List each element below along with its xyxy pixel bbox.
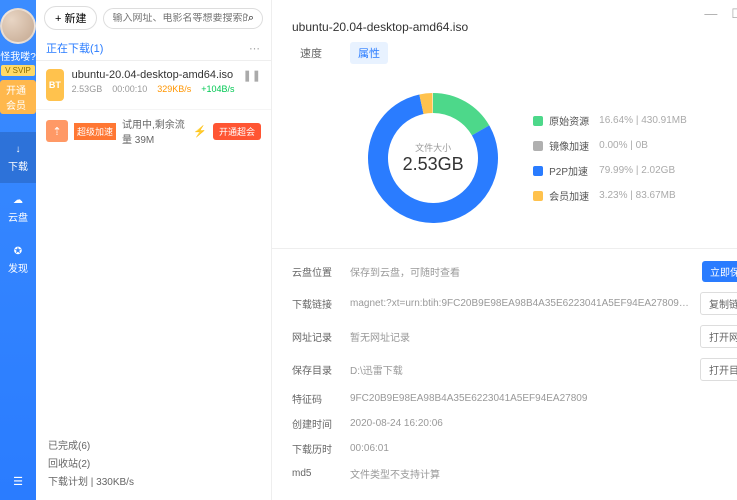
open-vip-button[interactable]: 开通会员 [0, 80, 36, 114]
nav-download[interactable]: ↓ 下载 [0, 132, 36, 183]
maximize-icon[interactable]: ☐ [731, 6, 737, 22]
tab-attributes[interactable]: 属性 [350, 42, 388, 64]
lbl-dtime: 下载历时 [292, 441, 342, 456]
detail-title: ubuntu-20.04-desktop-amd64.iso [272, 0, 737, 42]
open-dir-button[interactable]: 打开目录 [700, 358, 737, 381]
pause-icon[interactable]: ❚❚ [243, 69, 261, 101]
promo-bar: ⇡ 超级加速 试用中,剩余流量 39M ⚡ 开通超会 [36, 110, 271, 152]
legend-name: 会员加速 [549, 188, 593, 203]
search-icon[interactable]: ⌕ [248, 12, 254, 25]
promo-text: 试用中,剩余流量 39M [122, 116, 187, 146]
legend-swatch [533, 116, 543, 126]
val-hash: 9FC20B9E98EA98B4A35E6223041A5EF94EA27809 [350, 393, 737, 404]
legend-row: 原始资源 16.64% | 430.91MB [533, 113, 687, 128]
cloud-icon: ☁ [11, 193, 25, 207]
time-remaining: 00:00:10 [112, 84, 147, 94]
speedup-icon: ⇡ [46, 120, 68, 142]
legend-swatch [533, 166, 543, 176]
vip-badge: V SVIP [1, 65, 35, 76]
save-cloud-button[interactable]: 立即保存 [702, 261, 737, 282]
open-url-button[interactable]: 打开网址 [700, 325, 737, 348]
legend-stat: 79.99% | 2.02GB [599, 165, 675, 176]
lbl-hash: 特征码 [292, 391, 342, 406]
val-dir: D:\迅雷下载 [350, 362, 692, 377]
lbl-md5: md5 [292, 468, 342, 479]
legend-row: 镜像加速 0.00% | 0B [533, 138, 687, 153]
search-wrap[interactable]: ⌕ [103, 8, 263, 29]
boost-speed: +104B/s [201, 84, 234, 94]
trash-link[interactable]: 回收站(2) [48, 456, 259, 474]
legend-stat: 16.64% | 430.91MB [599, 115, 687, 126]
download-item[interactable]: BT ubuntu-20.04-desktop-amd64.iso 2.53GB… [36, 61, 271, 110]
discover-icon: ✪ [11, 244, 25, 258]
lightning-icon: ⚡ [193, 125, 207, 138]
tab-speed[interactable]: 速度 [292, 42, 330, 64]
menu-icon[interactable]: ☰ [1, 463, 35, 500]
chart-center-label: 文件大小 [415, 141, 451, 154]
file-type-icon: BT [46, 69, 64, 101]
donut-chart: 文件大小 2.53GB [363, 88, 503, 228]
lbl-ctime: 创建时间 [292, 416, 342, 431]
legend-name: 原始资源 [549, 113, 593, 128]
legend-row: P2P加速 79.99% | 2.02GB [533, 163, 687, 178]
nav-label: 发现 [8, 260, 28, 275]
val-cloud: 保存到云盘，可随时查看 [350, 264, 694, 279]
legend-swatch [533, 191, 543, 201]
nav-label: 云盘 [8, 209, 28, 224]
file-name: ubuntu-20.04-desktop-amd64.iso [72, 69, 235, 81]
legend-stat: 0.00% | 0B [599, 140, 648, 151]
legend-name: 镜像加速 [549, 138, 593, 153]
lbl-link: 下载链接 [292, 296, 342, 311]
promo-tag: 超级加速 [74, 123, 116, 140]
val-hist: 暂无网址记录 [350, 329, 692, 344]
speed: 329KB/s [157, 84, 191, 94]
minimize-icon[interactable]: — [704, 6, 717, 22]
file-size: 2.53GB [72, 84, 103, 94]
legend-swatch [533, 141, 543, 151]
nav-label: 下载 [8, 158, 28, 173]
lbl-dir: 保存目录 [292, 362, 342, 377]
val-md5: 文件类型不支持计算 [350, 466, 737, 481]
val-dtime: 00:06:01 [350, 443, 737, 454]
legend-row: 会员加速 3.23% | 83.67MB [533, 188, 687, 203]
nav-discover[interactable]: ✪ 发现 [0, 234, 36, 285]
new-button[interactable]: + 新建 [44, 6, 97, 30]
copy-link-button[interactable]: 复制链接 [700, 292, 737, 315]
lbl-hist: 网址记录 [292, 329, 342, 344]
nickname: 怪我喽? [0, 48, 36, 63]
val-ctime: 2020-08-24 16:20:06 [350, 418, 737, 429]
nav-cloud[interactable]: ☁ 云盘 [0, 183, 36, 234]
val-link: magnet:?xt=urn:btih:9FC20B9E98EA98B4A35E… [350, 298, 692, 309]
chart-center-value: 2.53GB [403, 154, 464, 175]
chart-legend: 原始资源 16.64% | 430.91MB 镜像加速 0.00% | 0B P2P加速… [533, 113, 687, 203]
legend-name: P2P加速 [549, 163, 593, 178]
search-input[interactable] [112, 13, 247, 24]
plan-link[interactable]: 下载计划 | 330KB/s [48, 474, 259, 492]
download-icon: ↓ [11, 142, 25, 156]
legend-stat: 3.23% | 83.67MB [599, 190, 676, 201]
promo-button[interactable]: 开通超会 [213, 123, 261, 140]
tab-downloading[interactable]: 正在下载(1) [46, 40, 103, 56]
lbl-cloud: 云盘位置 [292, 264, 342, 279]
avatar[interactable] [0, 8, 36, 44]
more-icon[interactable]: ⋯ [249, 42, 261, 55]
completed-link[interactable]: 已完成(6) [48, 438, 259, 456]
